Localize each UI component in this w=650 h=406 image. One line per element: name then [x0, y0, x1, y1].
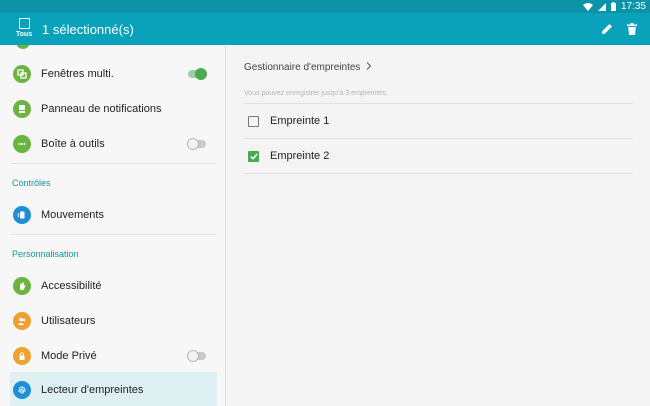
- list-divider: [244, 173, 633, 174]
- private-mode-icon: [13, 346, 31, 365]
- motion-icon: [13, 205, 31, 224]
- status-bar: 17:35: [0, 0, 650, 13]
- sidebar-item-label: Utilisateurs: [41, 314, 96, 327]
- sidebar-item-motions[interactable]: Mouvements: [0, 197, 225, 232]
- section-divider: [11, 163, 216, 164]
- fingerprint-manager-panel: Gestionnaire d'empreintes Vous pouvez en…: [227, 45, 650, 406]
- section-header-personalization: Personnalisation: [12, 249, 79, 259]
- fingerprint-label: Empreinte 2: [270, 150, 330, 162]
- sidebar-item-toolbox[interactable]: Boîte à outils: [0, 126, 225, 161]
- toolbox-icon: [13, 134, 31, 153]
- sidebar-item-multi-window[interactable]: Fenêtres multi.: [0, 56, 225, 91]
- multiwindow-icon: [13, 64, 31, 83]
- accessibility-hand-icon: [13, 276, 31, 295]
- fingerprint-item-2[interactable]: Empreinte 2: [244, 139, 633, 173]
- breadcrumb-label: Gestionnaire d'empreintes: [244, 62, 361, 73]
- signal-icon: [597, 2, 606, 11]
- battery-icon: [610, 2, 616, 11]
- wifi-icon: [582, 2, 593, 11]
- fingerprint-2-checkbox[interactable]: [248, 150, 259, 162]
- sidebar-item-label: Lecteur d'empreintes: [41, 383, 144, 396]
- sidebar-item-accessibility[interactable]: Accessibilité: [0, 268, 225, 303]
- notification-panel-icon: [13, 99, 31, 118]
- select-all-label: Tous: [15, 31, 33, 38]
- section-header-controls: Contrôles: [12, 178, 51, 188]
- sidebar-item-label: Mode Privé: [41, 349, 97, 362]
- registration-hint: Vous pouvez enregistrer jusqu'à 3 emprei…: [244, 90, 388, 97]
- settings-sidebar[interactable]: Fenêtres multi. Panneau de notifications…: [0, 45, 226, 406]
- fingerprint-item-1[interactable]: Empreinte 1: [244, 104, 633, 138]
- fingerprint-icon: [13, 380, 31, 399]
- sidebar-item-label: Boîte à outils: [41, 137, 105, 150]
- fingerprint-1-checkbox[interactable]: [248, 115, 259, 127]
- sidebar-item-label: Mouvements: [41, 208, 104, 221]
- partially-hidden-icon: [16, 45, 30, 49]
- multi-window-toggle[interactable]: [188, 67, 207, 80]
- selection-action-bar: Tous 1 sélectionné(s): [0, 13, 650, 45]
- pencil-icon[interactable]: [600, 22, 614, 36]
- fingerprint-label: Empreinte 1: [270, 115, 330, 127]
- section-divider: [11, 234, 216, 235]
- breadcrumb[interactable]: Gestionnaire d'empreintes: [244, 62, 372, 73]
- checkbox-icon: [18, 18, 30, 29]
- selection-count-title: 1 sélectionné(s): [42, 22, 134, 37]
- users-icon: [13, 311, 31, 330]
- sidebar-item-private-mode[interactable]: Mode Privé: [0, 338, 225, 373]
- sidebar-item-label: Panneau de notifications: [41, 102, 162, 115]
- trash-icon[interactable]: [625, 22, 639, 36]
- sidebar-item-fingerprint-scanner[interactable]: Lecteur d'empreintes: [10, 372, 217, 406]
- checkmark-icon: [249, 153, 258, 160]
- sidebar-item-notification-panel[interactable]: Panneau de notifications: [0, 91, 225, 126]
- sidebar-item-label: Fenêtres multi.: [41, 67, 114, 80]
- private-mode-toggle[interactable]: [187, 349, 206, 362]
- toolbox-toggle[interactable]: [187, 137, 206, 150]
- chevron-right-icon: [366, 62, 372, 73]
- select-all-checkbox[interactable]: Tous: [11, 17, 37, 43]
- sidebar-item-label: Accessibilité: [41, 279, 102, 292]
- status-time: 17:35: [620, 1, 646, 12]
- sidebar-item-users[interactable]: Utilisateurs: [0, 303, 225, 338]
